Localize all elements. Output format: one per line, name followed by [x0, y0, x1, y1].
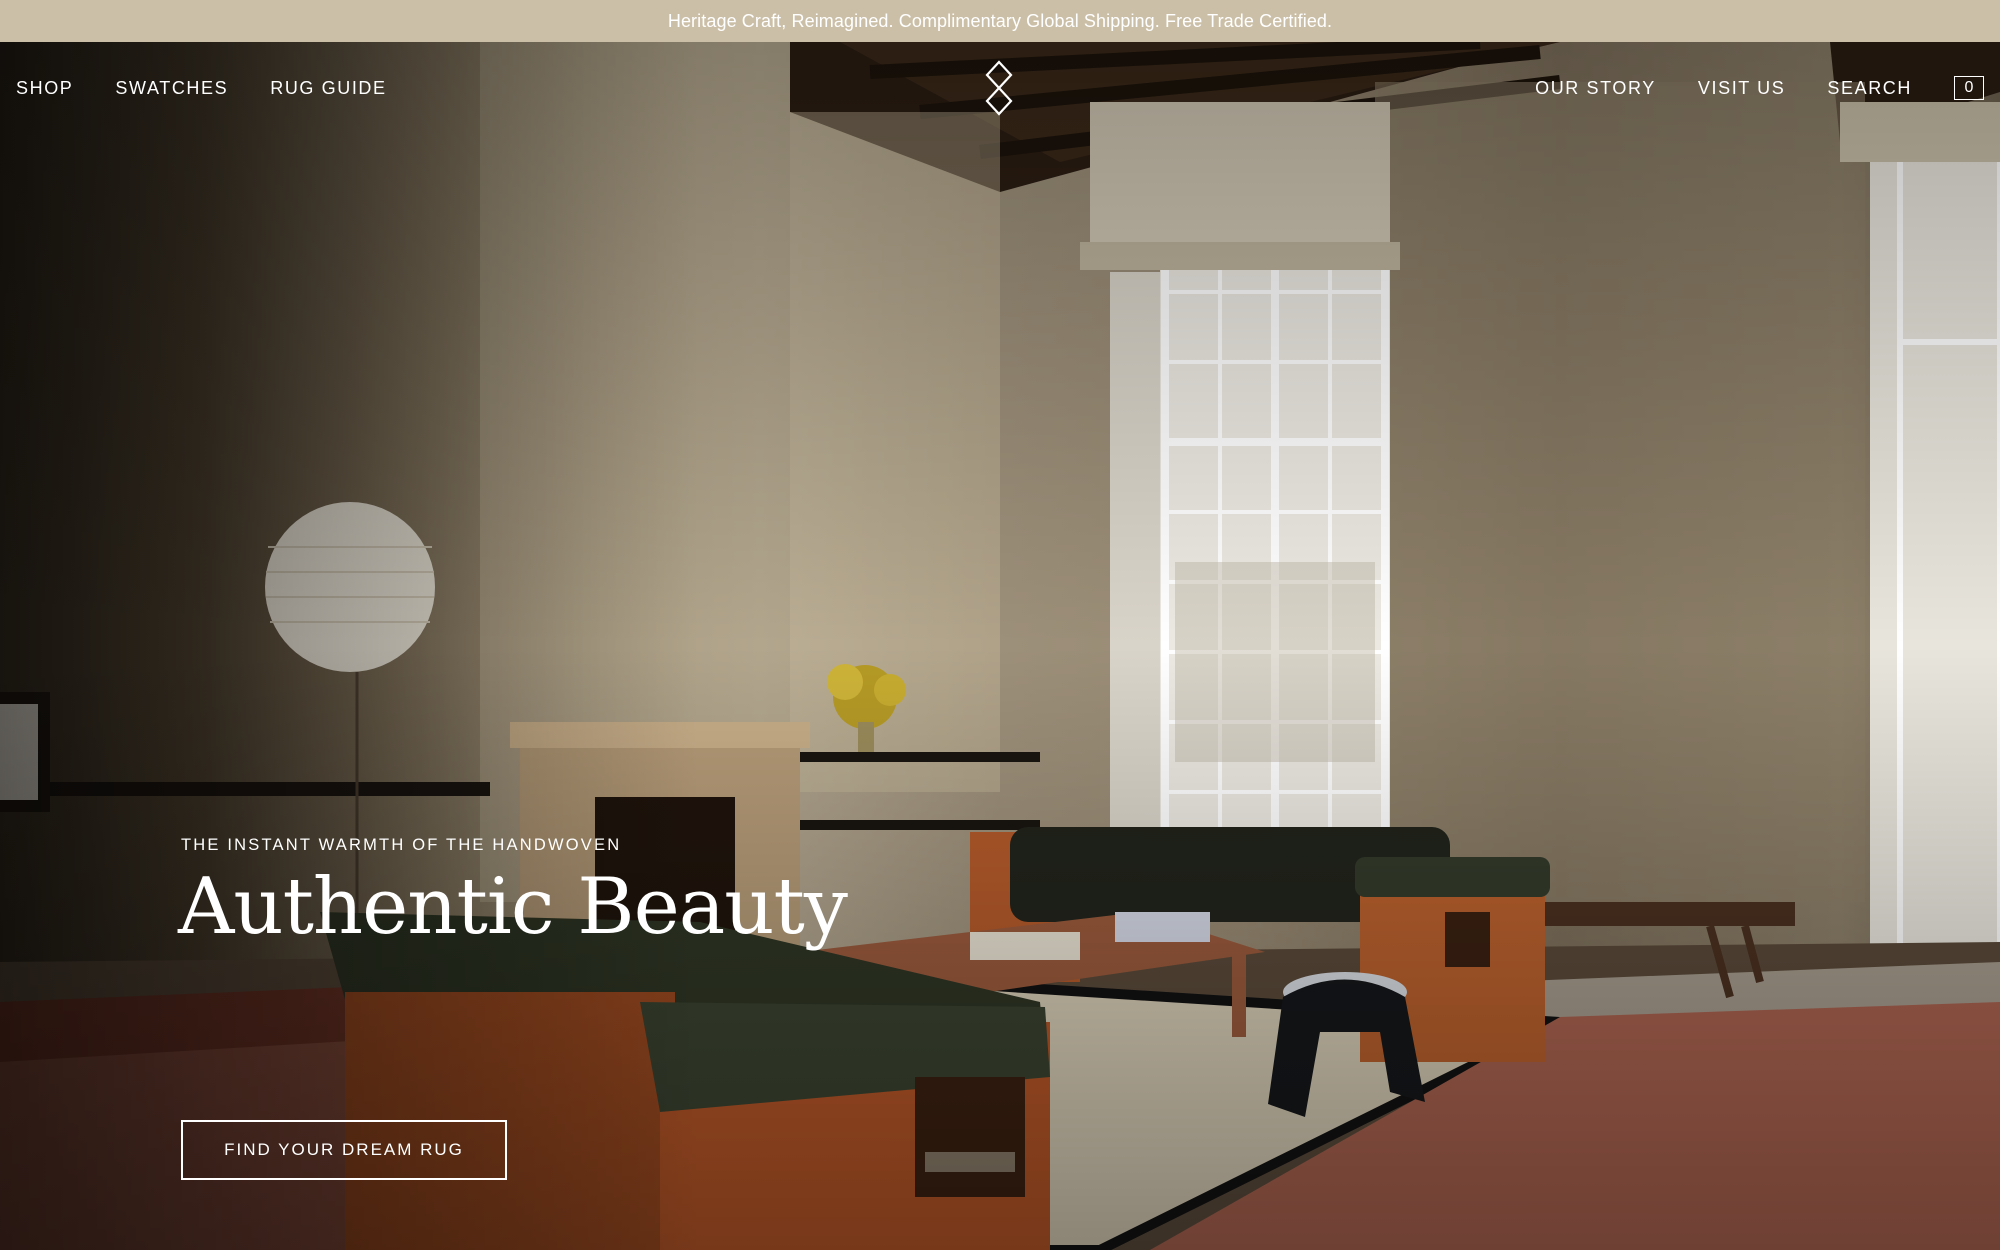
- cart-count: 0: [1964, 79, 1974, 96]
- nav-link-our-story[interactable]: OUR STORY: [1535, 78, 1656, 99]
- cart-button[interactable]: 0: [1954, 76, 1984, 100]
- hero-image: [0, 42, 2000, 1250]
- announcement-text: Heritage Craft, Reimagined. Complimentar…: [667, 10, 1333, 31]
- hero-eyebrow: THE INSTANT WARMTH OF THE HANDWOVEN: [181, 836, 622, 854]
- nav-link-search[interactable]: SEARCH: [1827, 78, 1912, 99]
- find-dream-rug-button[interactable]: FIND YOUR DREAM RUG: [181, 1120, 507, 1180]
- nav-link-visit-us[interactable]: VISIT US: [1698, 78, 1786, 99]
- diamond-logo-icon[interactable]: [983, 60, 1015, 116]
- hero-room-illustration: [0, 42, 2000, 1250]
- nav-link-rug-guide[interactable]: RUG GUIDE: [270, 78, 386, 99]
- cta-label: FIND YOUR DREAM RUG: [224, 1140, 464, 1159]
- primary-nav-left: SHOP SWATCHES RUG GUIDE: [16, 42, 429, 134]
- hero-headline: Authentic Beauty: [178, 862, 848, 952]
- announcement-bar: Heritage Craft, Reimagined. Complimentar…: [0, 0, 2000, 42]
- nav-link-shop[interactable]: SHOP: [16, 78, 73, 99]
- primary-nav-right: OUR STORY VISIT US SEARCH 0: [1493, 42, 1984, 134]
- nav-link-swatches[interactable]: SWATCHES: [115, 78, 228, 99]
